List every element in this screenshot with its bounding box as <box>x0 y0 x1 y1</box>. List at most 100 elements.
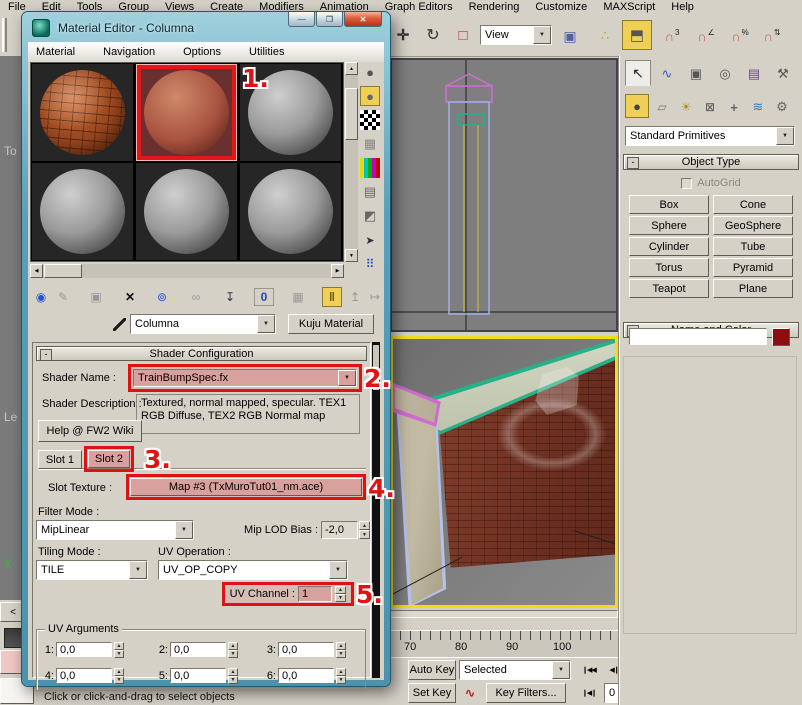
make-unique-button[interactable]: ∞ <box>186 288 206 306</box>
auto-key-button[interactable]: Auto Key <box>408 660 456 680</box>
spin-up-icon[interactable]: ▲ <box>114 642 124 650</box>
menu-navigation[interactable]: Navigation <box>95 45 163 59</box>
category-geometry-button[interactable]: ● <box>625 94 649 118</box>
uv-channel-spinner[interactable]: ▲ ▼ <box>335 586 346 602</box>
object-button-cylinder[interactable]: Cylinder <box>629 237 709 256</box>
sample-type-button[interactable]: ● <box>360 62 380 82</box>
material-slot[interactable] <box>136 163 237 260</box>
object-button-cone[interactable]: Cone <box>713 195 793 214</box>
scroll-up-button[interactable]: ▲ <box>345 62 358 75</box>
uv-arg-spinner[interactable]: ▲▼ <box>114 668 124 683</box>
scroll-right-button[interactable]: ▶ <box>331 264 344 278</box>
tab-utilities[interactable]: ⚒ <box>770 62 796 86</box>
go-to-sibling-button[interactable]: ↦ <box>366 288 384 306</box>
spin-down-icon[interactable]: ▼ <box>114 650 124 658</box>
object-button-torus[interactable]: Torus <box>629 258 709 277</box>
spin-up-icon[interactable]: ▲ <box>336 642 346 650</box>
category-systems-button[interactable]: ⚙ <box>771 96 793 118</box>
primitive-category-dropdown[interactable]: Standard Primitives ▼ <box>625 126 795 146</box>
set-key-mode-icon[interactable]: ∿ <box>459 683 481 703</box>
slots-horizontal-scrollbar[interactable]: ◀ ▶ <box>30 264 344 278</box>
scroll-thumb[interactable] <box>44 264 82 278</box>
make-preview-button[interactable]: ▤ <box>360 182 380 202</box>
uv-channel-field[interactable]: 1 <box>298 586 332 602</box>
menu-options[interactable]: Options <box>175 45 229 59</box>
chevron-down-icon[interactable]: ▼ <box>129 561 147 579</box>
chevron-down-icon[interactable]: ▼ <box>533 26 551 44</box>
scroll-down-button[interactable]: ▼ <box>345 249 358 262</box>
chevron-down-icon[interactable]: ▼ <box>776 127 794 145</box>
key-filters-button[interactable]: Key Filters... <box>486 683 566 703</box>
material-slot[interactable] <box>32 163 133 260</box>
uv-arg-spinner[interactable]: ▲▼ <box>336 642 346 657</box>
object-button-sphere[interactable]: Sphere <box>629 216 709 235</box>
object-name-input[interactable] <box>629 328 767 345</box>
timeline-ruler[interactable]: 70 80 90 100 <box>390 630 618 657</box>
angle-snap-button[interactable]: ∩∠ <box>692 24 720 48</box>
slot1-tab[interactable]: Slot 1 <box>38 450 82 469</box>
options-button[interactable]: ◩ <box>360 206 380 226</box>
material-editor-window[interactable]: Material Editor - Columna — ❐ ✕ Material… <box>22 12 390 686</box>
spin-down-icon[interactable]: ▼ <box>228 650 238 658</box>
uv-operation-dropdown[interactable]: UV_OP_COPY ▼ <box>158 560 348 580</box>
object-button-geosphere[interactable]: GeoSphere <box>713 216 793 235</box>
tab-motion[interactable]: ◎ <box>712 62 738 86</box>
object-type-rollout-header[interactable]: - Object Type <box>623 154 799 170</box>
select-move-button[interactable]: ✛ <box>390 22 416 48</box>
backlight-button[interactable]: ● <box>360 86 380 106</box>
percent-snap-button[interactable]: ∩% <box>726 24 754 48</box>
toolbar-drag-handle[interactable] <box>2 18 7 52</box>
help-fw2-wiki-button[interactable]: Help @ FW2 Wiki <box>38 420 142 442</box>
get-material-button[interactable]: ◉ <box>31 288 51 306</box>
key-selection-dropdown[interactable]: Selected ▼ <box>459 660 571 680</box>
menu-material[interactable]: Material <box>28 45 83 59</box>
material-type-button[interactable]: Kuju Material <box>288 314 374 334</box>
mip-lod-bias-field[interactable]: -2,0 <box>321 521 358 539</box>
spinner-snap-button[interactable]: ∩⇅ <box>758 24 786 48</box>
object-button-plane[interactable]: Plane <box>713 279 793 298</box>
object-button-box[interactable]: Box <box>629 195 709 214</box>
spin-up-icon[interactable]: ▲ <box>114 668 124 676</box>
tab-create[interactable]: ↖ <box>625 60 651 86</box>
uv-arg-field[interactable]: 0,0 <box>278 642 334 657</box>
spin-up-icon[interactable]: ▲ <box>335 586 346 594</box>
snaps-toggle-button[interactable]: ⬒ <box>622 20 652 50</box>
select-manipulate-button[interactable]: ∴ <box>594 24 616 48</box>
tab-display[interactable]: ▤ <box>741 62 767 86</box>
shader-name-dropdown[interactable]: TrainBumpSpec.fx ▼ <box>133 369 357 387</box>
chevron-down-icon[interactable]: ▼ <box>338 370 356 386</box>
tab-modify[interactable]: ∿ <box>654 62 680 86</box>
slot2-tab[interactable]: Slot 2 <box>88 450 130 468</box>
maximize-button[interactable]: ❐ <box>316 12 343 27</box>
minimize-button[interactable]: — <box>288 12 315 27</box>
close-button[interactable]: ✕ <box>344 12 382 27</box>
object-button-teapot[interactable]: Teapot <box>629 279 709 298</box>
scroll-left-button[interactable]: ◀ <box>30 264 43 278</box>
menu-customize[interactable]: Customize <box>527 0 595 14</box>
spin-down-icon[interactable]: ▼ <box>359 530 370 539</box>
material-slot[interactable] <box>240 163 341 260</box>
uv-arg-field[interactable]: 0,0 <box>278 668 334 683</box>
reset-map-button[interactable]: ✕ <box>120 288 140 306</box>
put-to-library-button[interactable]: ↧ <box>220 288 240 306</box>
uv-arg-spinner[interactable]: ▲▼ <box>114 642 124 657</box>
chevron-down-icon[interactable]: ▼ <box>175 521 193 539</box>
object-color-swatch[interactable] <box>772 328 790 346</box>
uv-arg-field[interactable]: 0,0 <box>170 668 226 683</box>
slots-vertical-scrollbar[interactable]: ▲ ▼ <box>345 62 358 262</box>
shader-configuration-rollout-header[interactable]: - Shader Configuration <box>36 346 367 361</box>
uv-arg-spinner[interactable]: ▲▼ <box>228 668 238 683</box>
collapse-icon[interactable]: - <box>40 349 52 361</box>
background-button[interactable] <box>360 110 380 130</box>
chevron-down-icon[interactable]: ▼ <box>552 661 570 679</box>
spin-down-icon[interactable]: ▼ <box>336 676 346 684</box>
chevron-down-icon[interactable]: ▼ <box>329 561 347 579</box>
object-button-pyramid[interactable]: Pyramid <box>713 258 793 277</box>
reference-coordsys-dropdown[interactable]: View ▼ <box>480 25 552 45</box>
category-helpers-button[interactable]: + <box>723 96 745 118</box>
spin-down-icon[interactable]: ▼ <box>336 650 346 658</box>
make-material-copy-button[interactable]: ⊚ <box>152 288 172 306</box>
menu-graph-editors[interactable]: Graph Editors <box>377 0 461 14</box>
spin-down-icon[interactable]: ▼ <box>228 676 238 684</box>
filter-mode-dropdown[interactable]: MipLinear ▼ <box>36 520 194 540</box>
